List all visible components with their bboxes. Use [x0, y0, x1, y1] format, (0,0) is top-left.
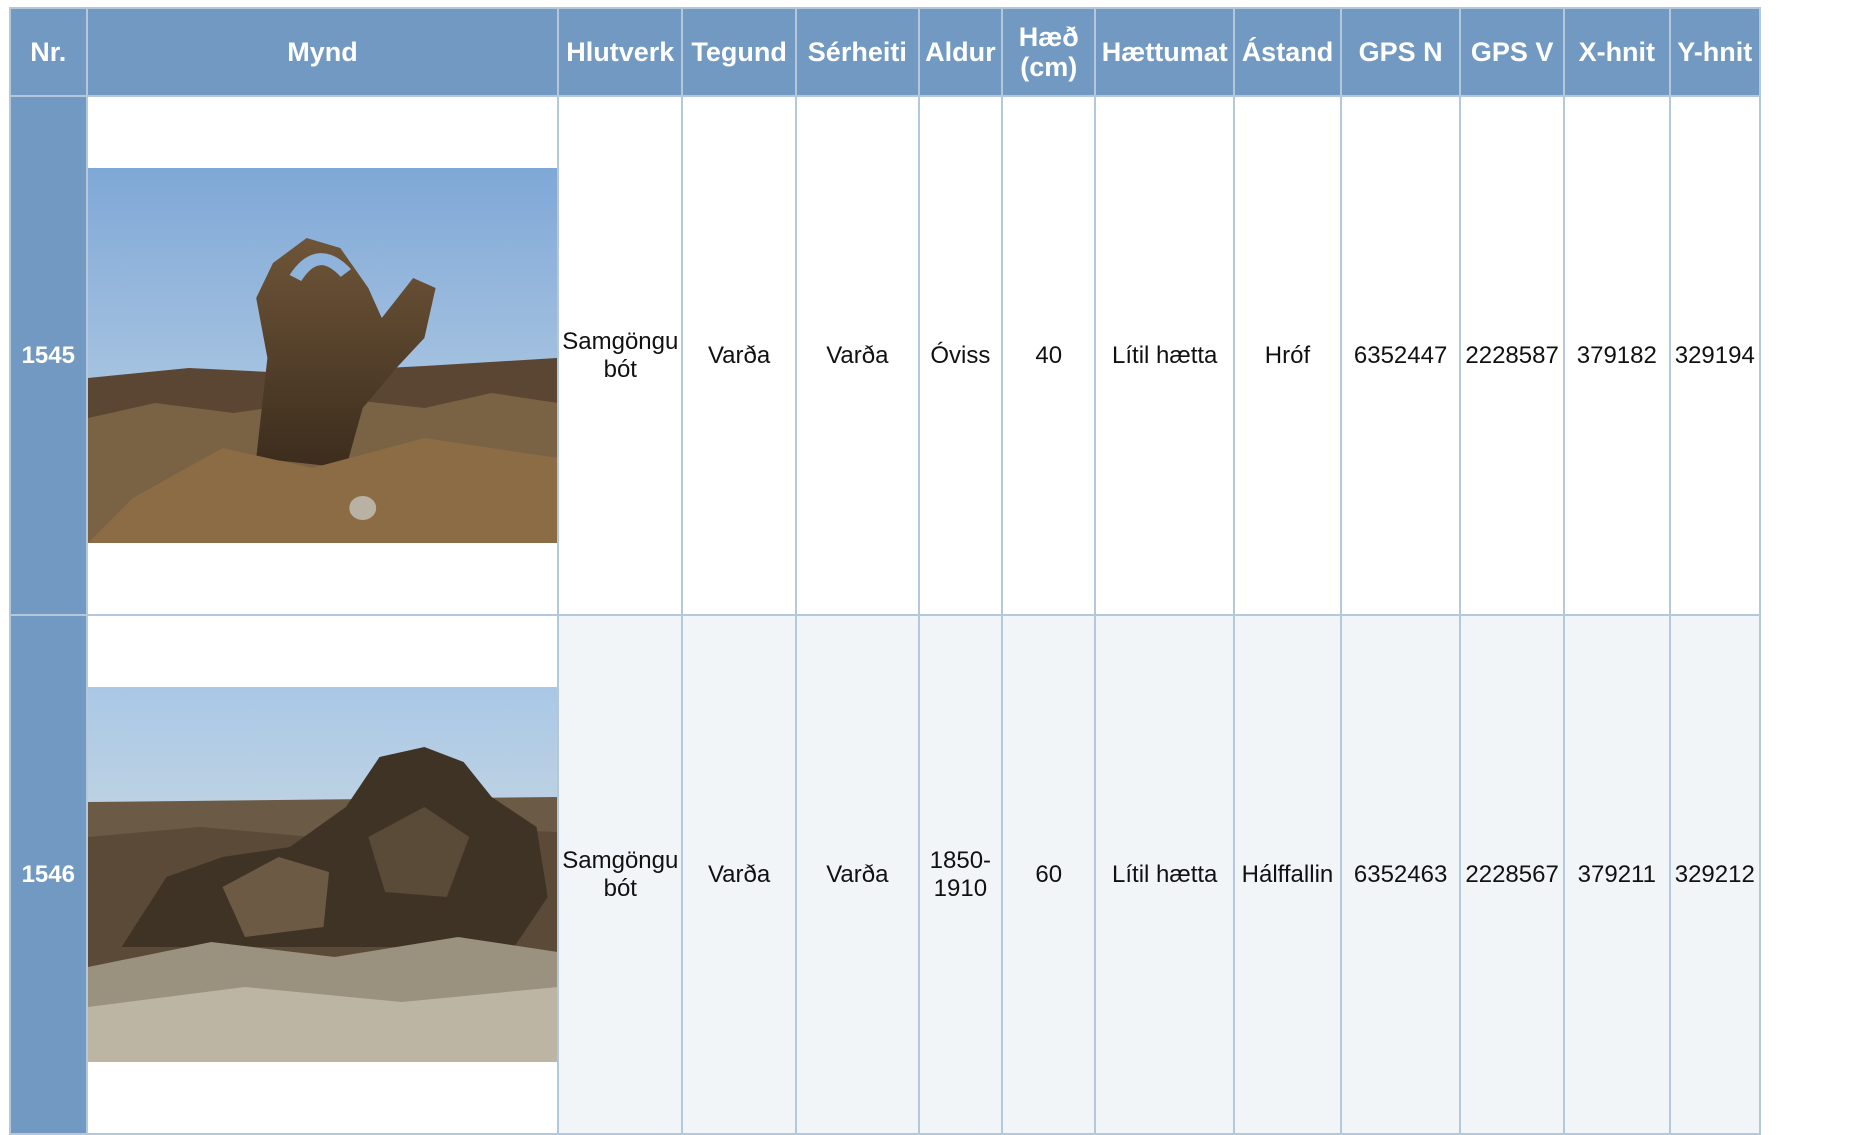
col-header-x-hnit: X-hnit — [1562, 7, 1671, 97]
aldur-line1: 1850- — [929, 846, 992, 874]
cairn-photo — [88, 687, 557, 1062]
gps-n-cell: 6352463 — [1339, 614, 1462, 1135]
hlutverk-line1: Samgöngu — [562, 846, 679, 874]
col-header-astand: Ástand — [1232, 7, 1342, 97]
gps-v-cell: 2228587 — [1459, 95, 1565, 616]
col-header-nr: Nr. — [9, 7, 88, 97]
col-header-gps-v: GPS V — [1459, 7, 1565, 97]
haed-cell: 60 — [1001, 614, 1097, 1135]
tegund-cell: Varða — [681, 95, 797, 616]
col-header-hlutverk: Hlutverk — [557, 7, 684, 97]
aldur-cell: 1850- 1910 — [917, 614, 1004, 1135]
table-row: 1545 Samgöngu bót Varða Varða Óviss 40 L… — [9, 95, 1850, 616]
col-header-aldur: Aldur — [917, 7, 1004, 97]
table-row: 1546 Samgöngu bót Varða Varða 1850- 1910… — [9, 614, 1850, 1135]
col-header-mynd: Mynd — [85, 7, 560, 97]
col-header-haed-line2: (cm) — [1020, 52, 1078, 82]
hlutverk-cell: Samgöngu bót — [557, 95, 684, 616]
gps-v-cell: 2228567 — [1459, 614, 1565, 1135]
aldur-line2: 1910 — [933, 874, 988, 902]
astand-cell: Hálffallin — [1232, 614, 1342, 1135]
photo-cell — [85, 95, 560, 616]
col-header-haed-line1: Hæð — [1018, 21, 1079, 52]
hlutverk-line1: Samgöngu — [562, 327, 679, 355]
haed-cell: 40 — [1001, 95, 1097, 616]
gps-n-cell: 6352447 — [1339, 95, 1462, 616]
row-nr: 1545 — [9, 95, 88, 616]
cairn-photo — [88, 168, 557, 543]
y-hnit-cell: 329194 — [1668, 95, 1761, 616]
row-nr: 1546 — [9, 614, 88, 1135]
aldur-cell: Óviss — [917, 95, 1004, 616]
col-header-serheiti: Sérheiti — [794, 7, 920, 97]
hlutverk-line2: bót — [603, 874, 637, 902]
photo-cell — [85, 614, 560, 1135]
x-hnit-cell: 379211 — [1562, 614, 1671, 1135]
header-row: Nr. Mynd Hlutverk Tegund Sérheiti Aldur … — [9, 7, 1850, 97]
col-header-haed: Hæð (cm) — [1001, 7, 1097, 97]
x-hnit-cell: 379182 — [1562, 95, 1671, 616]
astand-cell: Hróf — [1232, 95, 1342, 616]
aldur-line1: Óviss — [930, 341, 991, 369]
serheiti-cell: Varða — [794, 614, 920, 1135]
col-header-tegund: Tegund — [681, 7, 797, 97]
col-header-haettumat: Hættumat — [1094, 7, 1235, 97]
hlutverk-cell: Samgöngu bót — [557, 614, 684, 1135]
tegund-cell: Varða — [681, 614, 797, 1135]
serheiti-cell: Varða — [794, 95, 920, 616]
haettumat-cell: Lítil hætta — [1094, 614, 1235, 1135]
col-header-gps-n: GPS N — [1339, 7, 1462, 97]
col-header-y-hnit: Y-hnit — [1668, 7, 1761, 97]
haettumat-cell: Lítil hætta — [1094, 95, 1235, 616]
cairn-register-table: Nr. Mynd Hlutverk Tegund Sérheiti Aldur … — [9, 7, 1851, 1135]
hlutverk-line2: bót — [603, 355, 637, 383]
y-hnit-cell: 329212 — [1668, 614, 1761, 1135]
